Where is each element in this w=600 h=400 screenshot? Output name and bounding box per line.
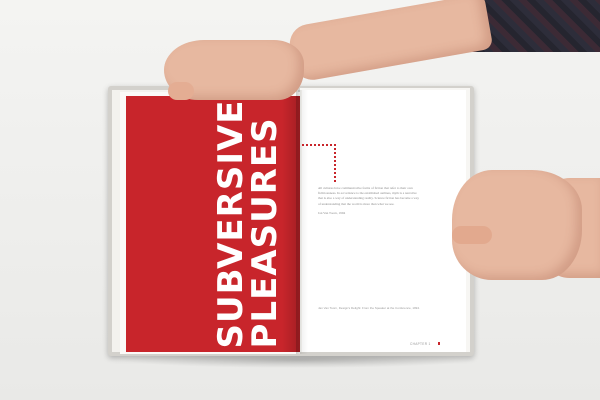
right-page (302, 90, 466, 352)
left-arm (286, 0, 494, 83)
body-paragraph: All cultures have communicative forms of… (318, 186, 420, 206)
footnote: Jan Van Toorn, Design's Delight: From th… (318, 306, 420, 310)
body-text: All cultures have communicative forms of… (318, 186, 422, 220)
dotted-rule-horizontal (302, 144, 336, 146)
body-attribution: Jan Van Toorn, 1994 (318, 210, 346, 215)
left-hand-thumb (168, 82, 194, 100)
headline-line-1: SUBVERSIVE (211, 99, 251, 349)
headline-line-2: PLEASURES (245, 117, 285, 349)
photo-scene: SUBVERSIVE PLEASURES All cultures have c… (0, 0, 600, 400)
headline: SUBVERSIVE PLEASURES (211, 99, 285, 349)
dotted-rule-vertical (334, 144, 336, 182)
right-hand (452, 170, 582, 280)
folio-mark (438, 342, 440, 345)
right-hand-thumb (452, 226, 492, 244)
page-folio: CHAPTER 1 (410, 342, 431, 346)
book-gutter (296, 90, 308, 354)
